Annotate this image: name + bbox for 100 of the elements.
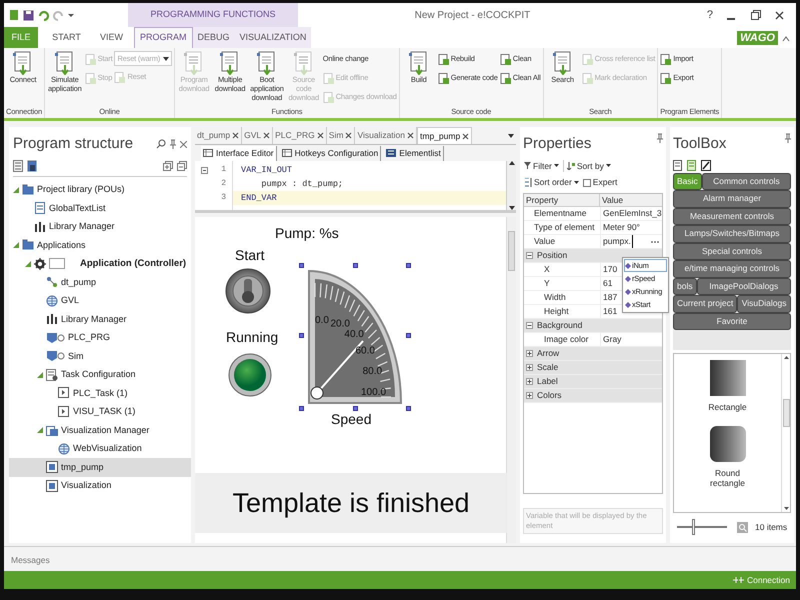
close-button[interactable] xyxy=(775,10,784,20)
tool-label: Round rectangle xyxy=(709,468,746,488)
tree-item[interactable]: WebVisualization xyxy=(9,440,191,458)
gauge-scale-label: 60.0 xyxy=(356,346,375,356)
tree-item[interactable]: Visualization Manager xyxy=(9,421,191,440)
collapse-icon xyxy=(201,166,208,174)
category-button[interactable]: Alarm manager xyxy=(673,190,791,208)
tree-item[interactable]: Library Manager xyxy=(9,218,191,236)
tree-item[interactable]: Project library (POUs) xyxy=(9,180,191,199)
selection-handle[interactable] xyxy=(353,263,358,268)
document-icon xyxy=(673,160,682,170)
tree-item[interactable]: PLC_PRG xyxy=(9,328,191,347)
tree-item[interactable]: dt_pump xyxy=(9,273,191,292)
wago-logo: WAGO xyxy=(737,31,778,45)
document-icon xyxy=(114,72,126,82)
category-button[interactable]: Favorite xyxy=(673,312,791,330)
variable-icon xyxy=(625,276,631,282)
filter-icon xyxy=(524,162,531,170)
scroll-thumb[interactable] xyxy=(508,231,515,271)
tree-item[interactable]: VISU_TASK (1) xyxy=(9,402,191,421)
toggle-switch-drawing xyxy=(225,267,271,315)
caret-icon xyxy=(606,164,611,168)
sort-order-button[interactable]: Sort order xyxy=(524,176,579,189)
sort-by-button[interactable]: Sort by xyxy=(562,160,611,172)
selection-handle[interactable] xyxy=(406,406,411,411)
tree-item[interactable]: tmp_pump xyxy=(9,458,191,476)
gear-icon xyxy=(34,258,46,270)
selection-handle[interactable] xyxy=(299,263,304,268)
slider-thumb[interactable] xyxy=(692,519,695,535)
category-button[interactable]: Special controls xyxy=(673,242,791,260)
scrollbar[interactable] xyxy=(781,354,790,512)
editor-tab[interactable]: tmp_pump xyxy=(417,127,472,144)
selection-handle[interactable] xyxy=(299,333,304,338)
item-count: 10 items xyxy=(755,520,788,534)
document-icon xyxy=(438,54,449,64)
visu-manager-icon xyxy=(46,424,58,436)
tree-item[interactable]: PLC_Task (1) xyxy=(9,384,191,402)
filter-button[interactable]: Filter xyxy=(524,160,559,172)
zoom-slider[interactable] xyxy=(677,519,727,535)
minimize-icon xyxy=(727,18,735,20)
ribbon-tab[interactable]: DEBUG xyxy=(192,27,235,48)
library-icon xyxy=(46,313,58,326)
ribbon-tab[interactable]: VIEW xyxy=(89,27,134,48)
category-button[interactable]: Common controls xyxy=(702,172,791,190)
line-number: 1 xyxy=(221,164,226,176)
tree-item[interactable]: Applications xyxy=(9,236,191,254)
selection-handle[interactable] xyxy=(353,406,358,411)
category-button[interactable]: e/time managing controls xyxy=(673,260,791,278)
restore-button[interactable] xyxy=(751,10,761,20)
editor-tab[interactable]: GVL xyxy=(242,127,274,144)
value-field[interactable]: pumpx. xyxy=(603,235,633,248)
scrollbar[interactable] xyxy=(506,161,516,210)
tree-item[interactable]: Sim xyxy=(9,347,191,366)
editor-tab[interactable]: Sim xyxy=(326,127,356,144)
ribbon-tab[interactable]: START xyxy=(44,27,89,48)
document-icon xyxy=(500,54,511,64)
task-icon xyxy=(58,387,70,400)
selection-handle[interactable] xyxy=(299,406,304,411)
close-icon xyxy=(775,10,784,20)
panel-title: Program structure xyxy=(13,134,134,154)
undo-icon xyxy=(38,10,49,20)
category-button[interactable]: Measurement controls xyxy=(673,208,791,225)
caret-icon xyxy=(574,181,579,184)
checkbox[interactable] xyxy=(49,258,65,270)
messages-tab[interactable]: Messages xyxy=(9,552,52,568)
task-icon xyxy=(58,406,70,418)
selection-handle[interactable] xyxy=(406,263,411,268)
scroll-down-icon xyxy=(784,507,788,510)
property-name: Image color xyxy=(543,333,590,346)
tree-item[interactable]: GVL xyxy=(9,292,191,310)
editor-subtab[interactable]: Interface Editor xyxy=(201,146,277,160)
category-button[interactable]: ImagePoolDialogs xyxy=(696,278,791,295)
folder-icon xyxy=(22,184,34,196)
editor-tab[interactable]: PLC_PRG xyxy=(273,127,327,144)
property-group: Colors xyxy=(537,389,562,402)
category-button[interactable]: VisuDialogs xyxy=(737,295,791,312)
ribbon-tab[interactable]: PROGRAM xyxy=(134,27,193,48)
pin-icon xyxy=(170,139,176,150)
search-icon xyxy=(737,522,748,532)
property-value: 61 xyxy=(603,277,612,290)
program-icon xyxy=(46,332,65,344)
search-icon xyxy=(156,139,166,150)
context-tab-header: PROGRAMMING FUNCTIONS xyxy=(128,3,298,27)
checkbox[interactable] xyxy=(582,178,591,187)
category-button[interactable]: Current project xyxy=(673,295,738,312)
ribbon-tab[interactable]: VISUALIZATION xyxy=(234,27,312,48)
tree-item[interactable]: Visualization xyxy=(9,476,191,495)
close-icon xyxy=(263,132,270,139)
category-button[interactable]: bols xyxy=(673,278,697,295)
tree-item[interactable]: GlobalTextList xyxy=(9,199,191,218)
scroll-thumb[interactable] xyxy=(782,399,790,427)
tree-item[interactable]: Application (Controller) xyxy=(9,254,191,273)
selection-handle[interactable] xyxy=(406,333,411,338)
editor-tab[interactable]: dt_pump xyxy=(195,127,242,144)
dropdown-icon xyxy=(163,56,170,60)
help-button[interactable]: ? xyxy=(706,6,713,24)
tree-item[interactable]: Library Manager xyxy=(9,310,191,328)
property-value: Gray xyxy=(603,333,622,346)
tree-item[interactable]: Task Configuration xyxy=(9,366,191,384)
category-button[interactable]: Lamps/Switches/Bitmaps xyxy=(673,225,791,242)
